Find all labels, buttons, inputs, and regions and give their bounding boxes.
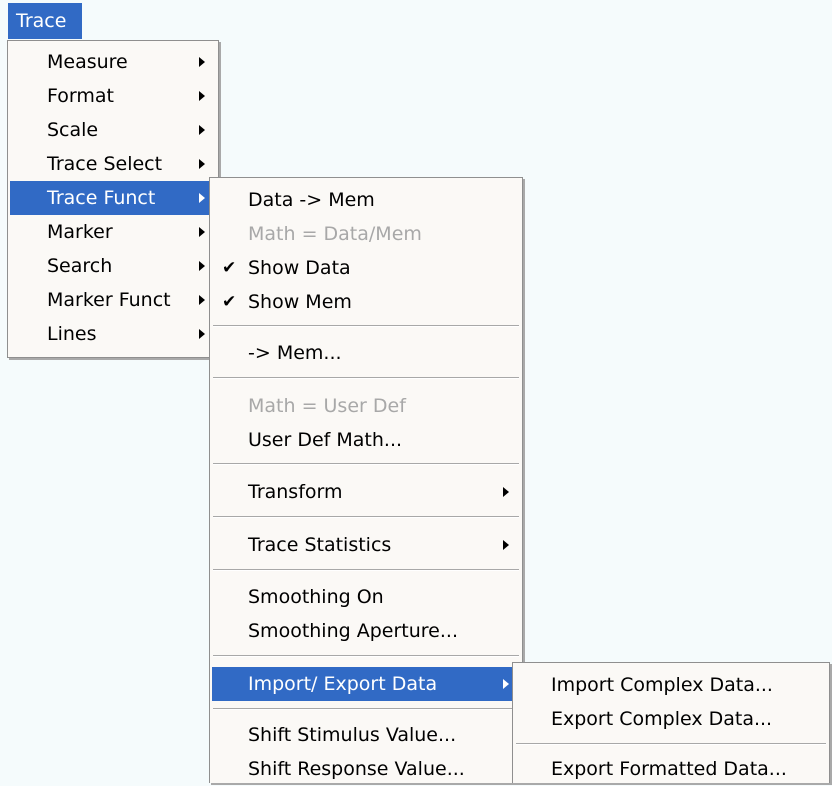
menu-separator <box>213 463 519 465</box>
menu-item-label: Math = User Def <box>248 395 406 417</box>
menu-item-label: Export Complex Data... <box>551 708 773 730</box>
submenu-arrow-icon <box>199 261 205 271</box>
menu-item-label: Smoothing On <box>248 586 384 608</box>
menu-item-search[interactable]: Search <box>10 249 216 283</box>
menu-item-show-data[interactable]: ✔ Show Data <box>212 251 520 285</box>
menu-item-math-data-mem: Math = Data/Mem <box>212 217 520 251</box>
menu-item-label: Marker <box>47 221 113 243</box>
menu-item-export-formatted-data[interactable]: Export Formatted Data... <box>515 752 827 786</box>
menu-item-data-to-mem[interactable]: Data -> Mem <box>212 183 520 217</box>
menu-item-label: Smoothing Aperture... <box>248 620 458 642</box>
menu-item-label: Transform <box>248 481 343 503</box>
submenu-arrow-icon <box>503 487 509 497</box>
menu-item-label: Measure <box>47 51 128 73</box>
menu-separator <box>213 569 519 571</box>
submenu-arrow-icon <box>199 91 205 101</box>
submenu-arrow-icon <box>199 125 205 135</box>
checkmark-icon: ✔ <box>222 258 237 278</box>
submenu-arrow-icon <box>199 57 205 67</box>
menu-item-smoothing-aperture[interactable]: Smoothing Aperture... <box>212 614 520 648</box>
menu-item-show-mem[interactable]: ✔ Show Mem <box>212 285 520 319</box>
submenu-arrow-icon <box>199 159 205 169</box>
menu-item-label: User Def Math... <box>248 429 403 451</box>
menu-item-measure[interactable]: Measure <box>10 45 216 79</box>
submenu-arrow-icon <box>199 329 205 339</box>
checkmark-icon: ✔ <box>222 292 237 312</box>
menu-item-label: Shift Response Value... <box>248 758 465 780</box>
menu-item-export-complex-data[interactable]: Export Complex Data... <box>515 702 827 736</box>
menu-item-label: Format <box>47 85 114 107</box>
menu-item-label: Math = Data/Mem <box>248 223 422 245</box>
submenu-arrow-icon <box>503 540 509 550</box>
menu-item-trace-statistics[interactable]: Trace Statistics <box>212 528 520 562</box>
submenu-arrow-icon <box>503 679 509 689</box>
menu-item-label: Import Complex Data... <box>551 674 773 696</box>
menu-separator <box>516 743 826 745</box>
submenu-arrow-icon <box>199 295 205 305</box>
menu-item-label: Show Data <box>248 257 351 279</box>
menu-item-transform[interactable]: Transform <box>212 475 520 509</box>
menu-item-shift-stimulus-value[interactable]: Shift Stimulus Value... <box>212 718 520 752</box>
menu-item-label: Data -> Mem <box>248 189 375 211</box>
menu-item-label: Trace Funct <box>47 187 156 209</box>
menu-item-scale[interactable]: Scale <box>10 113 216 147</box>
menu-item-user-def-math[interactable]: User Def Math... <box>212 423 520 457</box>
menu-item-label: -> Mem... <box>248 342 342 364</box>
menu-item-label: Trace Statistics <box>248 534 392 556</box>
menu-item-smoothing-on[interactable]: Smoothing On <box>212 580 520 614</box>
menu-item-label: Search <box>47 255 113 277</box>
submenu-arrow-icon <box>199 193 205 203</box>
menu-item-to-mem[interactable]: -> Mem... <box>212 336 520 370</box>
menu-item-format[interactable]: Format <box>10 79 216 113</box>
menu-item-math-user-def: Math = User Def <box>212 389 520 423</box>
menu-item-label: Export Formatted Data... <box>551 758 787 780</box>
menu-item-import-complex-data[interactable]: Import Complex Data... <box>515 668 827 702</box>
menu-item-trace-select[interactable]: Trace Select <box>10 147 216 181</box>
menu-item-label: Scale <box>47 119 99 141</box>
menu-separator <box>213 325 519 327</box>
menu-separator <box>213 708 519 710</box>
trace-funct-submenu: Data -> Mem Math = Data/Mem ✔ Show Data … <box>209 177 523 783</box>
menu-separator <box>213 377 519 379</box>
trace-menu-title[interactable]: Trace <box>8 3 82 39</box>
menu-item-label: Shift Stimulus Value... <box>248 724 457 746</box>
submenu-arrow-icon <box>199 227 205 237</box>
menu-item-label: Import/ Export Data <box>248 673 438 695</box>
menu-item-marker[interactable]: Marker <box>10 215 216 249</box>
menu-item-marker-funct[interactable]: Marker Funct <box>10 283 216 317</box>
trace-menu: Measure Format Scale Trace Select Trace … <box>7 40 219 358</box>
menu-item-label: Marker Funct <box>47 289 171 311</box>
menu-separator <box>213 516 519 518</box>
menu-item-label: Lines <box>47 323 97 345</box>
menu-item-import-export-data[interactable]: Import/ Export Data <box>212 667 520 701</box>
menu-item-label: Show Mem <box>248 291 352 313</box>
menu-item-label: Trace Select <box>47 153 163 175</box>
import-export-submenu: Import Complex Data... Export Complex Da… <box>512 662 830 783</box>
menu-item-shift-response-value[interactable]: Shift Response Value... <box>212 752 520 786</box>
menu-item-trace-funct[interactable]: Trace Funct <box>10 181 216 215</box>
menu-item-lines[interactable]: Lines <box>10 317 216 351</box>
menu-separator <box>213 655 519 657</box>
